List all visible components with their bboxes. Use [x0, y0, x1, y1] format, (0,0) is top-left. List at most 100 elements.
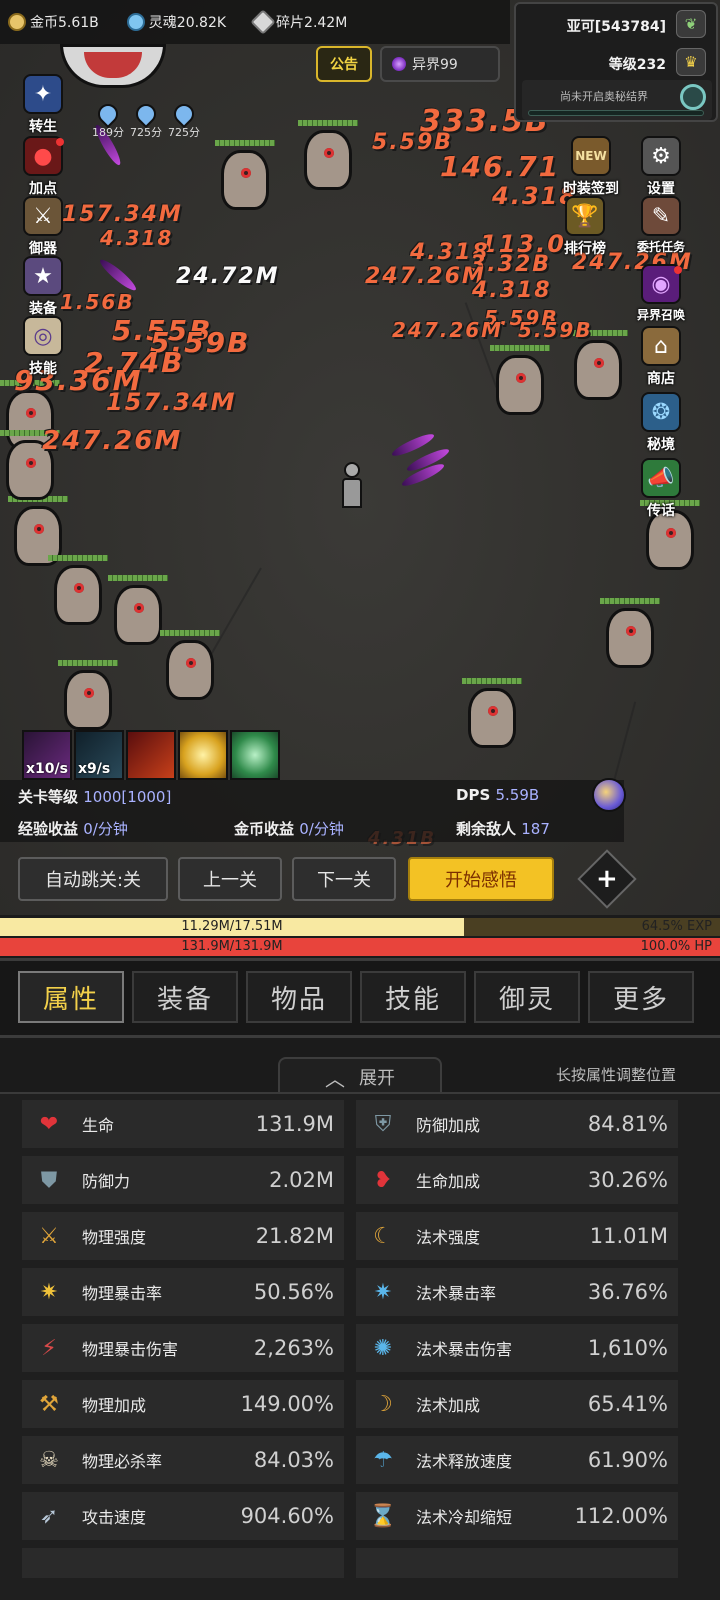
- stat-value: 61.90%: [587, 1448, 668, 1472]
- planet-icon[interactable]: [592, 778, 626, 812]
- dark-claw-skill-icon[interactable]: x10/s: [22, 730, 72, 780]
- menu-megaphone[interactable]: 📣 传话: [626, 458, 696, 528]
- tab-equipment[interactable]: 装备: [132, 971, 238, 1023]
- fire-demon-skill-icon[interactable]: [126, 730, 176, 780]
- stat-row[interactable]: ☽ 法术加成 65.41%: [356, 1380, 678, 1428]
- currency-label: 灵魂20.82K: [148, 15, 227, 31]
- stat-value: 2.02M: [269, 1168, 334, 1192]
- damage-number: 157.34M: [106, 388, 237, 416]
- stat-row[interactable]: ☾ 法术强度 11.01M: [356, 1212, 678, 1260]
- tab-skills[interactable]: 技能: [360, 971, 466, 1023]
- exp-bar-percent: 64.5% EXP: [642, 919, 712, 934]
- enemy[interactable]: [215, 140, 275, 212]
- magic-crit-damage-icon: ✺: [373, 1335, 393, 1361]
- dps: DPS 5.59B: [456, 786, 539, 804]
- tab-more[interactable]: 更多: [588, 971, 694, 1023]
- menu-label: 加点: [29, 181, 57, 197]
- next-stage-button[interactable]: 下一关: [292, 857, 396, 901]
- damage-number: 4.318: [472, 278, 552, 303]
- physical-bonus-icon: ⚒: [39, 1391, 59, 1417]
- enemy[interactable]: [462, 678, 522, 750]
- skill-scroll-icon: ◎: [23, 316, 63, 356]
- stat-row[interactable]: ❤ 生命 131.9M: [22, 1100, 344, 1148]
- stat-row[interactable]: ⚡ 物理暴击伤害 2,263%: [22, 1324, 344, 1372]
- currency-label: 碎片2.42M: [276, 15, 348, 31]
- enemy[interactable]: [490, 345, 550, 417]
- enemy[interactable]: [58, 660, 118, 732]
- menu-commission[interactable]: ✎ 委托任务: [626, 196, 696, 266]
- auto-skip-toggle[interactable]: 自动跳关:关: [18, 857, 168, 901]
- stat-row[interactable]: ⛊ 防御力 2.02M: [22, 1156, 344, 1204]
- gold-income: 金币收益 0/分钟: [234, 818, 344, 839]
- enemy[interactable]: [108, 575, 168, 647]
- secret-realm-icon: ❂: [641, 392, 681, 432]
- stat-row[interactable]: ⚔ 物理强度 21.82M: [22, 1212, 344, 1260]
- golden-burst-skill-icon[interactable]: [178, 730, 228, 780]
- stat-row[interactable]: ⛨ 防御加成 84.81%: [356, 1100, 678, 1148]
- secret-realm-status[interactable]: 尚未开启奥秘结界: [522, 80, 712, 120]
- enemy[interactable]: [600, 598, 660, 670]
- crit-damage-icon: ⚡: [41, 1335, 57, 1361]
- prev-stage-button[interactable]: 上一关: [178, 857, 282, 901]
- stat-row[interactable]: ⚒ 物理加成 149.00%: [22, 1380, 344, 1428]
- tab-attributes[interactable]: 属性: [18, 971, 124, 1023]
- menu-otherworld-summon[interactable]: ◉ 异界召唤: [626, 264, 696, 334]
- stat-row[interactable]: ✷ 法术暴击率 36.76%: [356, 1268, 678, 1316]
- enemy[interactable]: [160, 630, 220, 702]
- menu-label: 异界召唤: [636, 308, 685, 322]
- hourglass-icon: ⌛: [369, 1503, 397, 1529]
- menu-label: 商店: [647, 371, 675, 387]
- menu-label: 传话: [647, 503, 675, 519]
- feather-icon[interactable]: ❦: [676, 10, 706, 38]
- hp-bar-percent: 100.0% HP: [641, 939, 712, 954]
- stat-row[interactable]: ☂ 法术释放速度 61.90%: [356, 1436, 678, 1484]
- enemy[interactable]: [48, 555, 108, 627]
- menu-skills[interactable]: ◎ 技能: [8, 316, 78, 386]
- stat-row[interactable]: ⌛ 法术冷却缩短 112.00%: [356, 1492, 678, 1540]
- damage-number: 24.72M: [176, 264, 280, 289]
- stat-name: 防御力: [82, 1172, 131, 1191]
- shield-icon: ⛊: [40, 1167, 58, 1193]
- notification-dot: [674, 266, 682, 274]
- shadow-skill-icon[interactable]: x9/s: [74, 730, 124, 780]
- stat-name: 法术强度: [416, 1228, 481, 1247]
- stat-name: 物理暴击率: [82, 1284, 163, 1303]
- stat-row[interactable]: ❥ 生命加成 30.26%: [356, 1156, 678, 1204]
- buff: 189分: [92, 99, 124, 140]
- weapon-rack-icon: ⚔: [23, 196, 63, 236]
- crown-icon[interactable]: ♛: [676, 48, 706, 76]
- skill-bar: x10/s x9/s: [22, 730, 280, 780]
- stat-row[interactable]: ✺ 法术暴击伤害 1,610%: [356, 1324, 678, 1372]
- menu-leaderboard[interactable]: 🏆 排行榜: [550, 196, 620, 266]
- notice-button[interactable]: 公告: [316, 46, 372, 82]
- player-profile-panel[interactable]: 亚可[543784] ❦ 等级232 ♛ 尚未开启奥秘结界: [514, 2, 718, 122]
- stat-row[interactable]: ➶ 攻击速度 904.60%: [22, 1492, 344, 1540]
- menu-secret-realm[interactable]: ❂ 秘境: [626, 392, 696, 462]
- buff-bar: 189分 725分 725分: [92, 99, 200, 140]
- stat-name: 物理暴击伤害: [82, 1340, 179, 1359]
- stat-name: 防御加成: [416, 1116, 481, 1135]
- tab-spirits[interactable]: 御灵: [474, 971, 580, 1023]
- stat-row[interactable]: ✷ 物理暴击率 50.56%: [22, 1268, 344, 1316]
- damage-number: 4.318: [100, 226, 174, 250]
- menu-rebirth[interactable]: ✦ 转生: [8, 74, 78, 144]
- player-name: 亚可[543784]: [566, 19, 666, 35]
- skill-rate: x10/s: [26, 761, 68, 777]
- remaining-enemies-label: 剩余敌人: [456, 820, 517, 838]
- otherworld-button[interactable]: 异界99: [380, 46, 500, 82]
- menu-shop[interactable]: ⌂ 商店: [626, 326, 696, 396]
- expand-button[interactable]: ︿ 展开: [278, 1057, 442, 1095]
- notification-dot: [56, 138, 64, 146]
- exp-bar-text: 11.29M/17.51M: [181, 919, 283, 934]
- green-eye-skill-icon[interactable]: [230, 730, 280, 780]
- enemy[interactable]: [298, 120, 358, 192]
- tab-items[interactable]: 物品: [246, 971, 352, 1023]
- start-enlightenment-button[interactable]: 开始感悟: [408, 857, 554, 901]
- stat-row-partial: [22, 1548, 344, 1578]
- equipment-icon: ★: [23, 256, 63, 296]
- stat-name: 物理加成: [82, 1396, 147, 1415]
- damage-number: 5.59B: [518, 318, 593, 342]
- stat-row[interactable]: ☠ 物理必杀率 84.03%: [22, 1436, 344, 1484]
- stat-value: 84.03%: [253, 1448, 334, 1472]
- hp-percent: 100.0%: [640, 939, 691, 954]
